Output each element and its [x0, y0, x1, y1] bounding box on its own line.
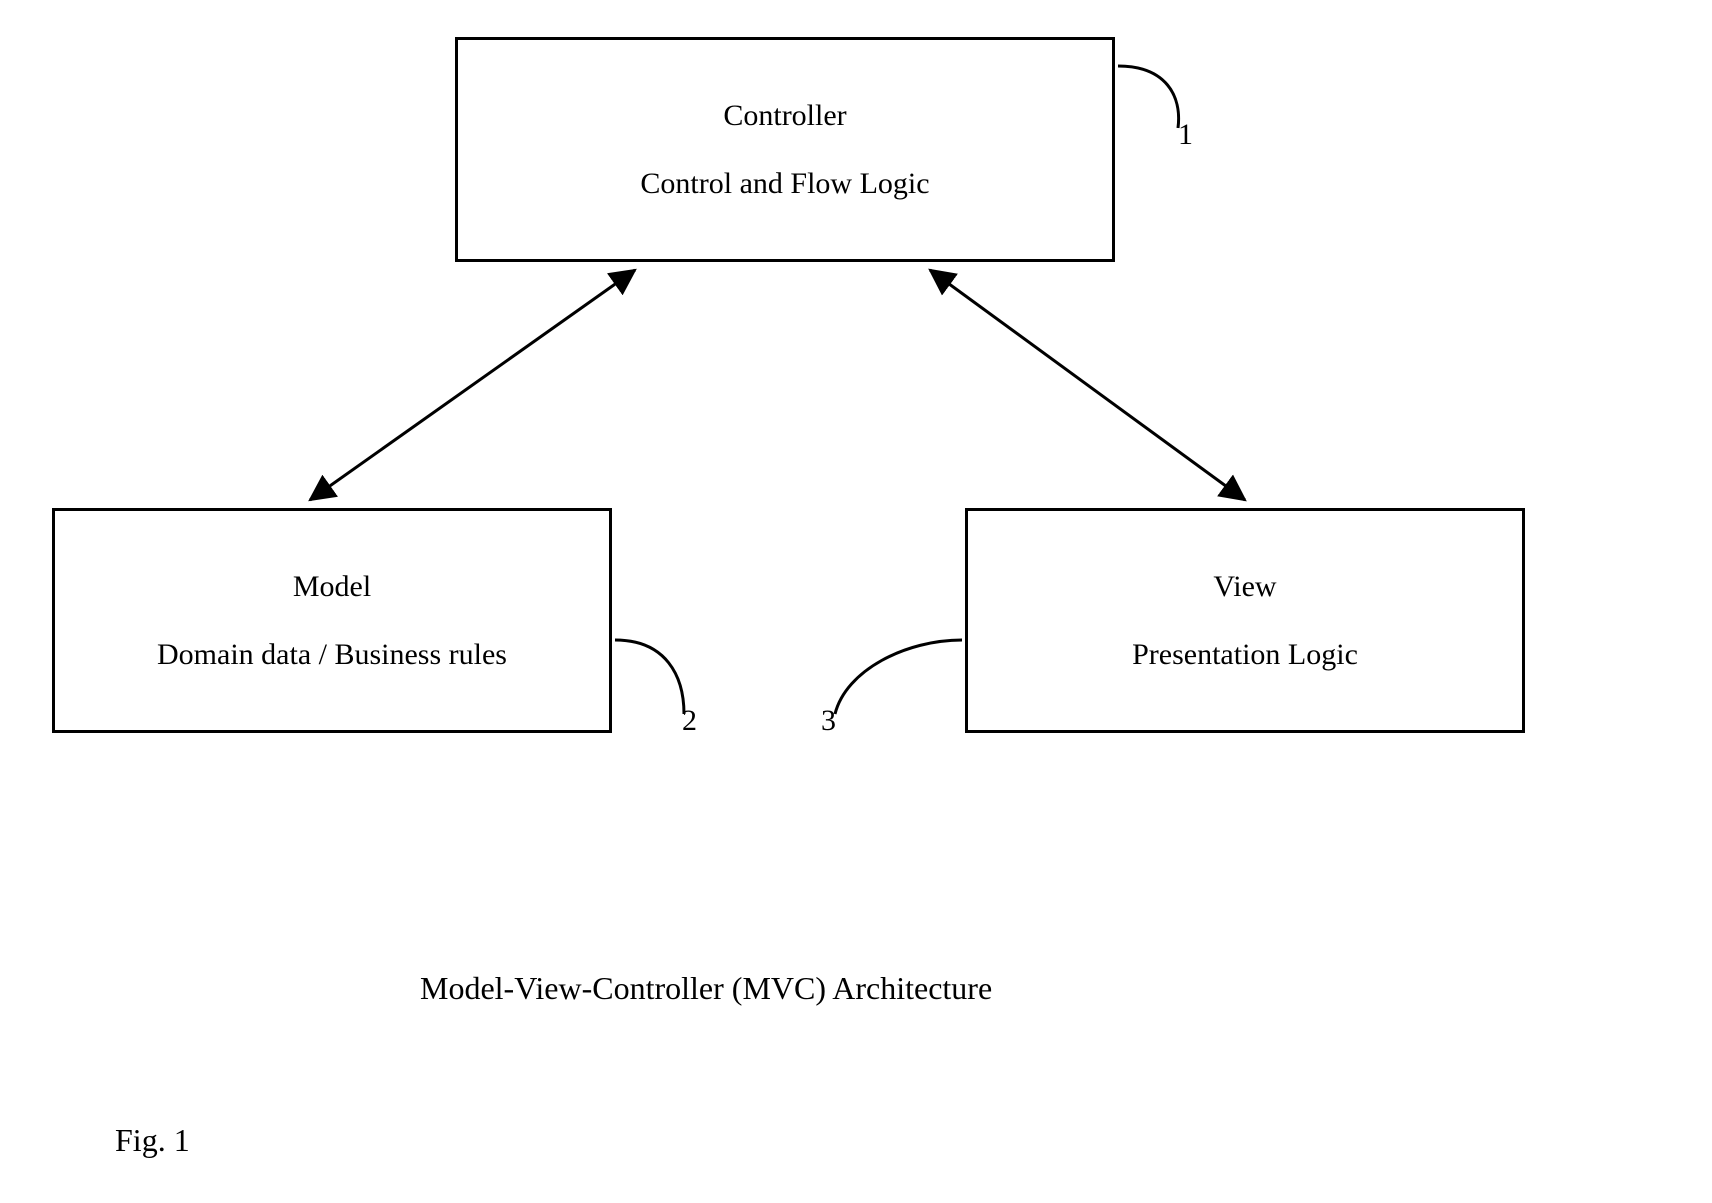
node-controller-subtitle: Control and Flow Logic — [640, 166, 929, 202]
leader-curve-1 — [1118, 66, 1179, 128]
annotation-number-2: 2 — [682, 704, 697, 738]
annotation-number-1: 1 — [1178, 118, 1193, 152]
figure-label: Fig. 1 — [115, 1122, 190, 1159]
node-controller-title: Controller — [723, 98, 846, 134]
leader-curve-3 — [835, 640, 962, 714]
node-model: Model Domain data / Business rules — [52, 508, 612, 733]
leader-curve-2 — [615, 640, 684, 714]
node-model-subtitle: Domain data / Business rules — [157, 637, 507, 673]
node-view-title: View — [1213, 569, 1276, 605]
node-view-subtitle: Presentation Logic — [1132, 637, 1358, 673]
diagram-canvas: Controller Control and Flow Logic Model … — [0, 0, 1712, 1203]
node-controller: Controller Control and Flow Logic — [455, 37, 1115, 262]
edge-controller-model — [310, 270, 635, 500]
node-view: View Presentation Logic — [965, 508, 1525, 733]
node-model-title: Model — [293, 569, 371, 605]
diagram-caption: Model-View-Controller (MVC) Architecture — [420, 970, 992, 1007]
annotation-number-3: 3 — [821, 704, 836, 738]
edge-controller-view — [930, 270, 1245, 500]
